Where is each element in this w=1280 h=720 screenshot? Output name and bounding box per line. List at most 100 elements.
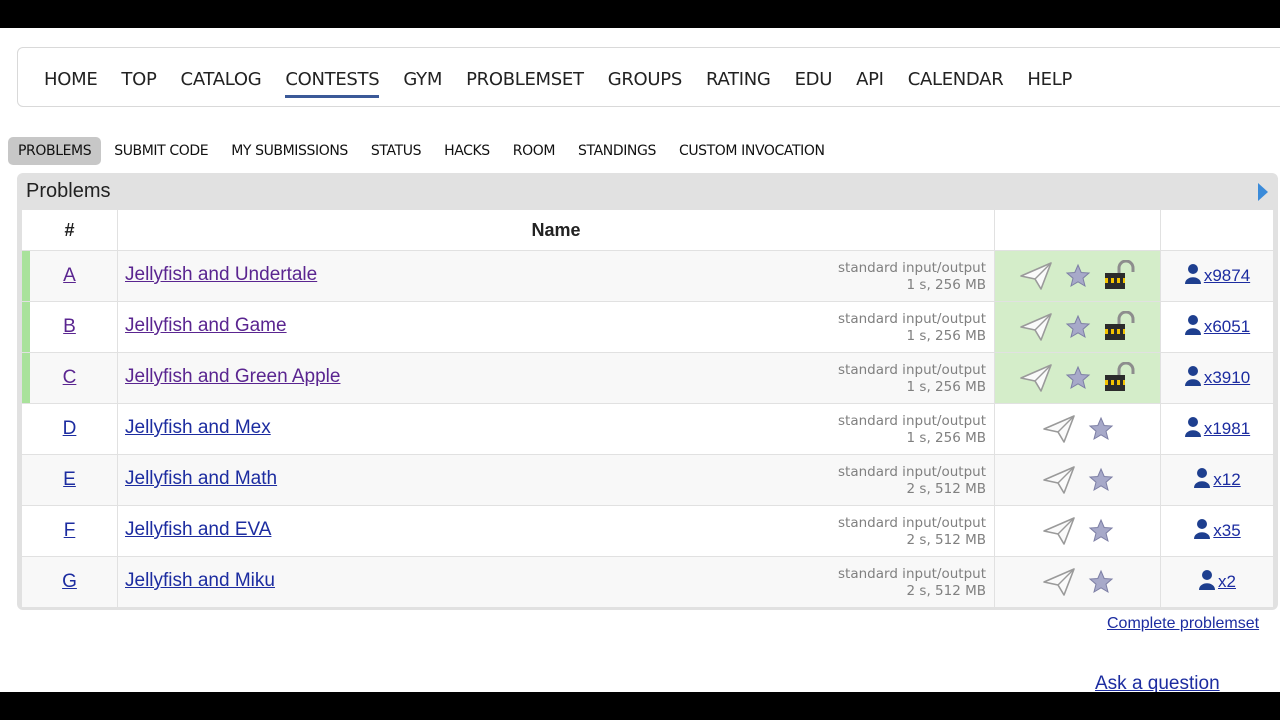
top-black-bar (0, 0, 1280, 28)
submenu-item-hacks[interactable]: HACKS (434, 137, 500, 165)
problem-id-link[interactable]: D (63, 418, 77, 439)
collapse-arrow-icon[interactable] (1258, 183, 1268, 201)
paper-plane-icon[interactable] (1042, 465, 1076, 495)
paper-plane-icon[interactable] (1042, 414, 1076, 444)
paper-plane-icon[interactable] (1019, 312, 1053, 342)
problem-name-link[interactable]: Jellyfish and Math (125, 468, 277, 490)
header-actions (994, 210, 1161, 251)
table-row: C Jellyfish and Green Apple standard input… (22, 352, 1274, 404)
table-row: D Jellyfish and Mex standard input/output 1… (22, 403, 1274, 455)
user-icon (1193, 518, 1213, 545)
menu-item-problemset[interactable]: PROBLEMSET (466, 68, 584, 92)
submenu-item-problems[interactable]: PROBLEMS (8, 137, 102, 165)
problem-name-link[interactable]: Jellyfish and Green Apple (125, 366, 340, 388)
table-header-row: # Name (22, 210, 1274, 251)
problem-id-cell: E (22, 454, 118, 506)
menu-item-contests[interactable]: CONTESTS (285, 68, 380, 98)
bottom-black-bar (0, 692, 1280, 720)
submenu-item-standings[interactable]: STANDINGS (568, 137, 666, 165)
paper-plane-icon[interactable] (1042, 567, 1076, 597)
problem-name-link[interactable]: Jellyfish and Miku (125, 570, 275, 592)
table-row: F Jellyfish and EVA standard input/output 2… (22, 505, 1274, 557)
menu-item-calendar[interactable]: CALENDAR (908, 68, 1004, 92)
problem-name-link[interactable]: Jellyfish and Undertale (125, 264, 317, 286)
menu-item-catalog[interactable]: CATALOG (181, 68, 262, 92)
paper-plane-icon[interactable] (1042, 516, 1076, 546)
padlock-icon[interactable] (1103, 260, 1137, 292)
user-icon (1184, 263, 1204, 290)
solvers-count-link[interactable]: x12 (1213, 470, 1240, 490)
problem-name-cell: Jellyfish and Game standard input/output 1… (117, 301, 995, 353)
submenu-item-custom-invocation[interactable]: CUSTOM INVOCATION (669, 137, 835, 165)
problem-name-cell: Jellyfish and EVA standard input/output 2 … (117, 505, 995, 557)
problem-time-memory: 1 s, 256 MB (906, 277, 986, 293)
star-icon[interactable] (1088, 569, 1114, 595)
table-row: G Jellyfish and Miku standard input/output… (22, 556, 1274, 608)
menu-item-edu[interactable]: EDU (795, 68, 833, 92)
menu-item-help[interactable]: HELP (1027, 68, 1072, 92)
solvers-count-link[interactable]: x6051 (1204, 317, 1250, 337)
problem-limits: standard input/output 1 s, 256 MB (838, 260, 986, 294)
menu-item-api[interactable]: API (856, 68, 884, 92)
paper-plane-icon[interactable] (1019, 261, 1053, 291)
menu-item-groups[interactable]: GROUPS (608, 68, 683, 92)
star-icon[interactable] (1088, 467, 1114, 493)
star-icon[interactable] (1088, 518, 1114, 544)
paper-plane-icon[interactable] (1019, 363, 1053, 393)
star-icon[interactable] (1065, 314, 1091, 340)
main-menu-list: HOME TOP CATALOG CONTESTS GYM PROBLEMSET GROUP… (44, 68, 1096, 98)
header-id: # (22, 210, 118, 251)
problem-id-link[interactable]: B (63, 316, 76, 337)
problem-io: standard input/output (838, 566, 986, 582)
menu-item-top[interactable]: TOP (121, 68, 156, 92)
solvers-count-link[interactable]: x9874 (1204, 266, 1250, 286)
problem-id-link[interactable]: F (64, 520, 76, 541)
problem-id-link[interactable]: C (63, 367, 77, 388)
problem-id-link[interactable]: G (62, 571, 77, 592)
problem-name-link[interactable]: Jellyfish and Mex (125, 417, 271, 439)
problem-id-link[interactable]: E (63, 469, 76, 490)
user-icon (1193, 467, 1213, 494)
problem-limits: standard input/output 2 s, 512 MB (838, 515, 986, 549)
problem-id-link[interactable]: A (63, 265, 76, 286)
padlock-icon[interactable] (1103, 362, 1137, 394)
problem-io: standard input/output (838, 464, 986, 480)
submenu-item-submit-code[interactable]: SUBMIT CODE (104, 137, 218, 165)
header-users (1160, 210, 1274, 251)
submenu-item-my-submissions[interactable]: MY SUBMISSIONS (221, 137, 358, 165)
star-icon[interactable] (1088, 416, 1114, 442)
problem-limits: standard input/output 2 s, 512 MB (838, 566, 986, 600)
problem-limits: standard input/output 1 s, 256 MB (838, 413, 986, 447)
solvers-cell: x3910 (1160, 352, 1274, 404)
menu-item-rating[interactable]: RATING (706, 68, 771, 92)
problem-io: standard input/output (838, 362, 986, 378)
problem-name-link[interactable]: Jellyfish and EVA (125, 519, 271, 541)
solvers-cell: x35 (1160, 505, 1274, 557)
padlock-icon[interactable] (1103, 311, 1137, 343)
menu-item-gym[interactable]: GYM (403, 68, 442, 92)
submenu-item-room[interactable]: ROOM (503, 137, 565, 165)
user-icon (1198, 569, 1218, 596)
table-row: E Jellyfish and Math standard input/output… (22, 454, 1274, 506)
problem-limits: standard input/output 1 s, 256 MB (838, 362, 986, 396)
problem-id-cell: D (22, 403, 118, 455)
problem-io: standard input/output (838, 515, 986, 531)
star-icon[interactable] (1065, 365, 1091, 391)
problem-time-memory: 1 s, 256 MB (906, 379, 986, 395)
problem-actions-cell (994, 505, 1161, 557)
solvers-count-link[interactable]: x2 (1218, 572, 1236, 592)
problems-table: # Name A Jellyfish and Undertale standard … (22, 210, 1274, 608)
solvers-count-link[interactable]: x1981 (1204, 419, 1250, 439)
user-icon (1184, 314, 1204, 341)
complete-problemset-link[interactable]: Complete problemset (1107, 615, 1259, 633)
solvers-count-link[interactable]: x35 (1213, 521, 1240, 541)
submenu-item-status[interactable]: STATUS (361, 137, 431, 165)
problem-io: standard input/output (838, 260, 986, 276)
problem-name-link[interactable]: Jellyfish and Game (125, 315, 287, 337)
solvers-cell: x9874 (1160, 250, 1274, 302)
star-icon[interactable] (1065, 263, 1091, 289)
solvers-count-link[interactable]: x3910 (1204, 368, 1250, 388)
user-icon (1184, 416, 1204, 443)
problem-name-cell: Jellyfish and Undertale standard input/ou… (117, 250, 995, 302)
menu-item-home[interactable]: HOME (44, 68, 98, 92)
